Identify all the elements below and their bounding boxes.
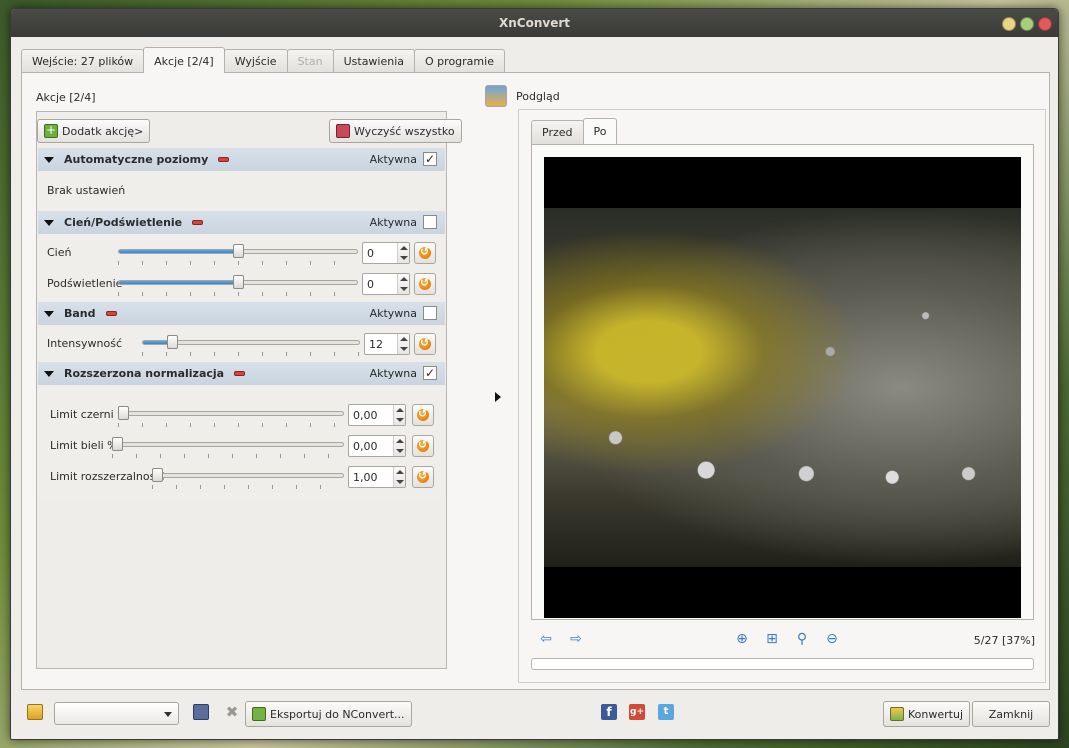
zoom-in-icon[interactable]: ⊕	[733, 630, 751, 648]
reset-icon[interactable]	[412, 435, 434, 457]
tab-after[interactable]: Po	[582, 118, 618, 144]
export-icon	[252, 707, 266, 721]
white-limit-slider[interactable]	[112, 437, 344, 458]
stretch-limit-slider[interactable]	[152, 468, 344, 489]
remove-action-icon[interactable]	[192, 220, 204, 225]
tab-status: Stan	[286, 49, 334, 73]
actions-title: Akcje [2/4]	[36, 91, 96, 104]
param-row: Limit rozszerzalności 1,00	[38, 461, 445, 492]
preview-panel: Przed Po ⇦ ⇨ ⊕ ⊞ ⚲ ⊖ 5/27 [37%]	[518, 109, 1046, 683]
main-tabs: Wejście: 27 plików Akcje [2/4] Wyjście S…	[21, 47, 505, 73]
tab-about[interactable]: O programie	[414, 49, 505, 73]
active-checkbox[interactable]: ✓	[423, 366, 437, 380]
param-row: Limit czerni % 0,00	[38, 399, 445, 430]
param-row: Podświetlenie 0	[38, 268, 445, 299]
collapse-icon[interactable]	[44, 370, 54, 377]
white-limit-spinbox[interactable]: 0,00	[348, 435, 406, 457]
reset-icon[interactable]	[414, 333, 436, 355]
tab-output[interactable]: Wyjście	[223, 49, 288, 73]
export-nconvert-button[interactable]: Eksportuj do NConvert...	[245, 701, 412, 727]
facebook-icon[interactable]: f	[601, 704, 617, 720]
preview-frame	[531, 144, 1034, 620]
app-window: XnConvert Wejście: 27 plików Akcje [2/4]…	[10, 8, 1059, 740]
intensity-slider[interactable]	[142, 335, 360, 356]
reset-icon[interactable]	[414, 273, 436, 295]
action-header-auto-levels[interactable]: Automatyczne poziomy Aktywna ✓	[38, 148, 445, 171]
black-limit-spinbox[interactable]: 0,00	[348, 404, 406, 426]
active-checkbox[interactable]	[423, 306, 437, 320]
preview-tabs: Przed Po	[531, 118, 618, 144]
zoom-icon[interactable]: ⚲	[793, 630, 811, 648]
preview-icon[interactable]	[485, 85, 507, 107]
preview-canvas[interactable]	[544, 157, 1021, 618]
convert-icon	[890, 707, 904, 721]
fit-icon[interactable]: ⊞	[763, 630, 781, 648]
delete-icon[interactable]: ✖	[224, 704, 240, 720]
collapse-icon[interactable]	[44, 156, 54, 163]
preview-toolbar: ⇦ ⇨ ⊕ ⊞ ⚲ ⊖ 5/27 [37%]	[533, 630, 1035, 650]
maximize-button[interactable]	[1020, 17, 1034, 31]
active-checkbox[interactable]: ✓	[423, 152, 437, 166]
tab-input[interactable]: Wejście: 27 plików	[21, 49, 145, 73]
highlight-spinbox[interactable]: 0	[362, 273, 410, 295]
actions-list: Automatyczne poziomy Aktywna ✓ Brak usta…	[38, 148, 445, 500]
preview-image	[544, 208, 1021, 567]
stretch-limit-spinbox[interactable]: 1,00	[348, 466, 406, 488]
close-button[interactable]: Zamknij	[972, 701, 1050, 727]
bottom-bar: ✖ Eksportuj do NConvert... f g+ t Konwer…	[21, 699, 1050, 731]
active-checkbox[interactable]	[423, 215, 437, 229]
black-limit-slider[interactable]	[118, 406, 344, 427]
action-header-band[interactable]: Band Aktywna	[38, 302, 445, 325]
progress-bar	[531, 658, 1034, 670]
clear-icon	[336, 124, 350, 138]
reset-icon[interactable]	[412, 404, 434, 426]
preview-status: 5/27 [37%]	[973, 634, 1035, 647]
tab-actions[interactable]: Akcje [2/4]	[143, 47, 225, 73]
action-body-band: Intensywność 12	[38, 325, 445, 362]
reset-icon[interactable]	[412, 466, 434, 488]
arrow-right-icon[interactable]: ⇨	[567, 630, 585, 648]
shadow-slider[interactable]	[118, 244, 358, 265]
tab-content: Akcje [2/4] + Dodatk akcję> Wyczyść wszy…	[21, 72, 1050, 690]
collapse-icon[interactable]	[44, 310, 54, 317]
preview-title: Podgląd	[516, 90, 560, 103]
shadow-spinbox[interactable]: 0	[362, 242, 410, 264]
folder-icon[interactable]	[27, 704, 43, 720]
action-header-shadow-highlight[interactable]: Cień/Podświetlenie Aktywna	[38, 211, 445, 234]
remove-action-icon[interactable]	[234, 371, 246, 376]
param-row: Limit bieli % 0,00	[38, 430, 445, 461]
close-window-button[interactable]	[1038, 17, 1052, 31]
clear-all-button[interactable]: Wyczyść wszystko	[329, 119, 462, 143]
remove-action-icon[interactable]	[105, 311, 117, 316]
tab-settings[interactable]: Ustawienia	[332, 49, 416, 73]
minimize-button[interactable]	[1002, 17, 1016, 31]
arrow-left-icon[interactable]: ⇦	[537, 630, 555, 648]
add-action-button[interactable]: + Dodatk akcję>	[37, 119, 151, 143]
expand-preview-icon[interactable]	[495, 392, 501, 402]
param-row: Cień 0	[38, 237, 445, 268]
action-header-normalize[interactable]: Rozszerzona normalizacja Aktywna ✓	[38, 362, 445, 385]
intensity-spinbox[interactable]: 12	[364, 333, 410, 355]
action-body-shadow-highlight: Cień 0 Podświetlenie	[38, 234, 445, 302]
twitter-icon[interactable]: t	[658, 704, 674, 720]
convert-button[interactable]: Konwertuj	[883, 701, 970, 727]
reset-icon[interactable]	[414, 242, 436, 264]
action-body-auto-levels: Brak ustawień	[38, 171, 445, 211]
add-icon: +	[44, 123, 58, 138]
zoom-out-icon[interactable]: ⊖	[823, 630, 841, 648]
window-title: XnConvert	[498, 16, 570, 30]
param-row: Intensywność 12	[38, 328, 445, 359]
action-body-normalize: Limit czerni % 0,00 Limit bieli %	[38, 385, 445, 500]
actions-panel: + Dodatk akcję> Wyczyść wszystko Automat…	[36, 111, 462, 669]
google-plus-icon[interactable]: g+	[629, 704, 645, 720]
highlight-slider[interactable]	[118, 275, 358, 296]
title-bar: XnConvert	[11, 9, 1058, 37]
remove-action-icon[interactable]	[218, 157, 230, 162]
save-icon[interactable]	[193, 704, 209, 720]
preset-combo[interactable]	[54, 702, 179, 725]
collapse-icon[interactable]	[44, 219, 54, 226]
tab-before[interactable]: Przed	[531, 120, 584, 144]
